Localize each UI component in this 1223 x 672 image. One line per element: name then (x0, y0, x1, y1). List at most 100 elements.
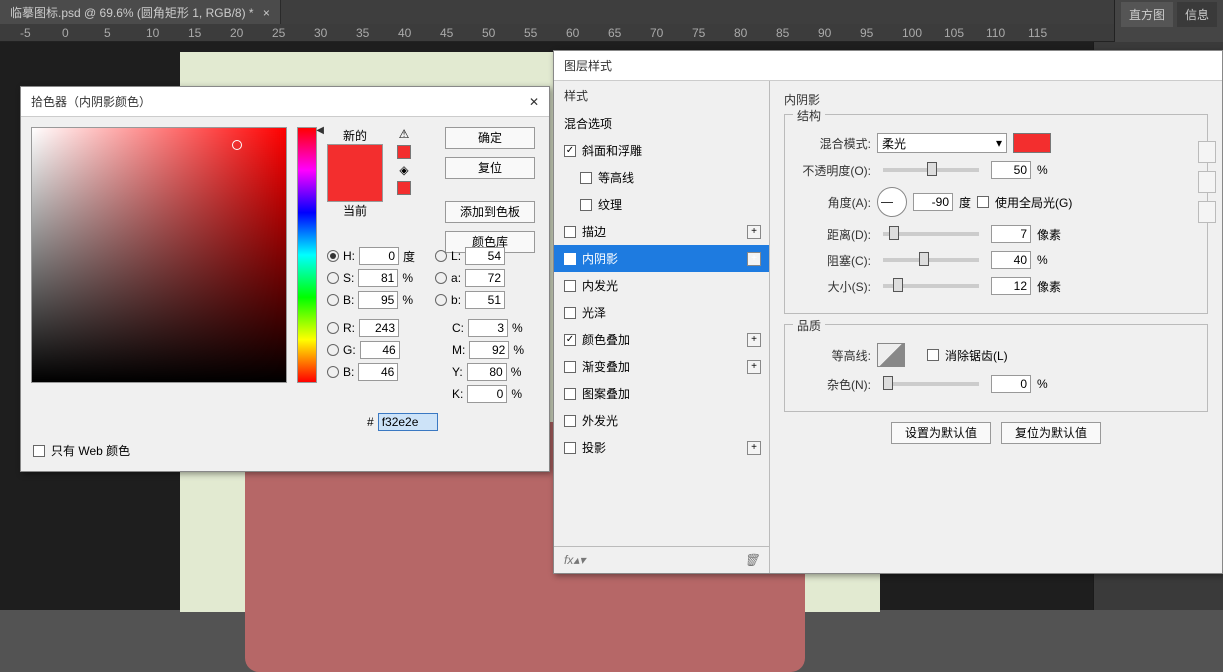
choke-input[interactable] (991, 251, 1031, 269)
style-item-10[interactable]: 外发光 (554, 407, 769, 434)
trash-icon[interactable]: 🗑 (744, 553, 759, 567)
set-default-button[interactable]: 设置为默认值 (891, 422, 991, 444)
cancel-button[interactable]: 复位 (445, 157, 535, 179)
style-item-1[interactable]: 等高线 (554, 164, 769, 191)
contour-picker[interactable] (877, 343, 905, 367)
side-button[interactable] (1198, 171, 1216, 193)
style-label: 等高线 (598, 169, 634, 186)
style-checkbox[interactable] (580, 199, 592, 211)
b-radio[interactable] (327, 294, 339, 306)
b2-input[interactable] (358, 363, 398, 381)
dialog-title-bar[interactable]: 拾色器（内阴影颜色） ✕ (21, 87, 549, 117)
m-input[interactable] (469, 341, 509, 359)
only-web-checkbox[interactable] (33, 445, 45, 457)
style-item-9[interactable]: 图案叠加 (554, 380, 769, 407)
warning-icon[interactable]: ⚠ (399, 127, 410, 141)
y-input[interactable] (467, 363, 507, 381)
hue-slider[interactable]: ◀ (297, 127, 317, 383)
close-icon[interactable]: ✕ (529, 95, 539, 109)
hex-input[interactable] (378, 413, 438, 431)
style-item-0[interactable]: 斜面和浮雕 (554, 137, 769, 164)
style-checkbox[interactable] (564, 226, 576, 238)
side-button[interactable] (1198, 141, 1216, 163)
antialias-checkbox[interactable] (927, 349, 939, 361)
distance-input[interactable] (991, 225, 1031, 243)
add-swatch-button[interactable]: 添加到色板 (445, 201, 535, 223)
style-checkbox[interactable] (580, 172, 592, 184)
h-radio[interactable] (327, 250, 339, 262)
l-input[interactable] (465, 247, 505, 265)
dialog-title-bar[interactable]: 图层样式 (554, 51, 1222, 81)
ok-button[interactable]: 确定 (445, 127, 535, 149)
style-checkbox[interactable] (564, 145, 576, 157)
size-input[interactable] (991, 277, 1031, 295)
panel-tab-histogram[interactable]: 直方图 (1121, 2, 1173, 27)
g-input[interactable] (360, 341, 400, 359)
c-input[interactable] (468, 319, 508, 337)
style-item-11[interactable]: 投影+ (554, 434, 769, 461)
add-instance-icon[interactable]: + (747, 360, 761, 374)
cube-swatch[interactable] (397, 181, 411, 195)
new-color-swatch[interactable] (328, 145, 382, 173)
style-checkbox[interactable] (564, 442, 576, 454)
style-checkbox[interactable] (564, 361, 576, 373)
style-item-6[interactable]: 光泽 (554, 299, 769, 326)
r-radio[interactable] (327, 322, 339, 334)
style-checkbox[interactable] (564, 280, 576, 292)
add-instance-icon[interactable]: + (747, 441, 761, 455)
chevron-down-icon: ▾ (996, 136, 1002, 150)
blend-options-item[interactable]: 混合选项 (554, 110, 769, 137)
lb-radio[interactable] (435, 294, 447, 306)
style-checkbox[interactable] (564, 388, 576, 400)
opacity-slider[interactable] (883, 168, 979, 172)
k-input[interactable] (467, 385, 507, 403)
a-input[interactable] (465, 269, 505, 287)
shadow-color-swatch[interactable] (1013, 133, 1051, 153)
panel-tab-info[interactable]: 信息 (1177, 2, 1217, 27)
add-instance-icon[interactable]: + (747, 252, 761, 266)
l-radio[interactable] (435, 250, 447, 262)
style-checkbox[interactable] (564, 334, 576, 346)
current-color-swatch[interactable] (328, 173, 382, 201)
style-item-7[interactable]: 颜色叠加+ (554, 326, 769, 353)
fx-label[interactable]: fx (564, 553, 573, 567)
s-radio[interactable] (327, 272, 339, 284)
cube-icon[interactable]: ◈ (399, 163, 408, 177)
style-checkbox[interactable] (564, 253, 576, 265)
size-slider[interactable] (883, 284, 979, 288)
b2-radio[interactable] (327, 366, 339, 378)
distance-slider[interactable] (883, 232, 979, 236)
r-input[interactable] (359, 319, 399, 337)
h-input[interactable] (359, 247, 399, 265)
style-item-3[interactable]: 描边+ (554, 218, 769, 245)
g-radio[interactable] (327, 344, 339, 356)
add-instance-icon[interactable]: + (747, 225, 761, 239)
blend-mode-select[interactable]: 柔光▾ (877, 133, 1007, 153)
document-tab[interactable]: 临摹图标.psd @ 69.6% (圆角矩形 1, RGB/8) * × (0, 0, 281, 25)
style-item-2[interactable]: 纹理 (554, 191, 769, 218)
ruler-mark: 110 (986, 26, 1005, 40)
b-input[interactable] (358, 291, 398, 309)
style-checkbox[interactable] (564, 415, 576, 427)
style-item-4[interactable]: 内阴影+ (554, 245, 769, 272)
warning-swatch[interactable] (397, 145, 411, 159)
style-checkbox[interactable] (564, 307, 576, 319)
reset-default-button[interactable]: 复位为默认值 (1001, 422, 1101, 444)
s-input[interactable] (358, 269, 398, 287)
styles-header[interactable]: 样式 (554, 81, 769, 110)
close-icon[interactable]: × (263, 6, 270, 20)
angle-dial[interactable] (877, 187, 907, 217)
lb-input[interactable] (465, 291, 505, 309)
choke-slider[interactable] (883, 258, 979, 262)
opacity-input[interactable] (991, 161, 1031, 179)
angle-input[interactable] (913, 193, 953, 211)
style-item-5[interactable]: 内发光 (554, 272, 769, 299)
color-field[interactable] (31, 127, 287, 383)
a-radio[interactable] (435, 272, 447, 284)
noise-slider[interactable] (883, 382, 979, 386)
noise-input[interactable] (991, 375, 1031, 393)
global-light-checkbox[interactable] (977, 196, 989, 208)
add-instance-icon[interactable]: + (747, 333, 761, 347)
style-item-8[interactable]: 渐变叠加+ (554, 353, 769, 380)
side-button[interactable] (1198, 201, 1216, 223)
